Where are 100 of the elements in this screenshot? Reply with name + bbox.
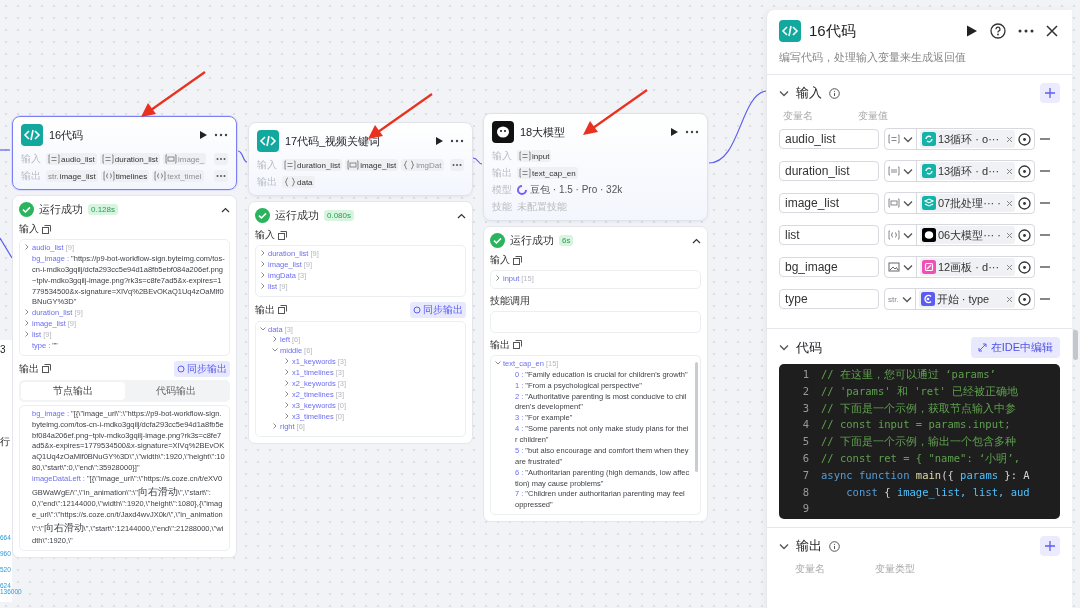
chevron-right-icon[interactable]: [284, 369, 290, 375]
collapse-icon[interactable]: [779, 344, 789, 351]
variable-name-field[interactable]: type: [779, 289, 879, 309]
line-number: 6: [801, 451, 810, 466]
variable-name-field[interactable]: image_list: [779, 193, 879, 213]
sync-output-button[interactable]: 同步输出: [174, 360, 230, 377]
chevron-right-icon[interactable]: [272, 336, 278, 343]
chevron-down-icon[interactable]: [903, 167, 913, 175]
variable-value-field[interactable]: str. 开始 · type: [884, 288, 1035, 310]
collapse-icon[interactable]: [779, 542, 789, 550]
chevron-right-icon[interactable]: [284, 379, 290, 386]
sync-output-button[interactable]: 同步输出: [410, 301, 466, 318]
chevron-down-icon[interactable]: [903, 199, 913, 207]
node-title: 16代码: [49, 127, 84, 143]
more-button[interactable]: [214, 153, 228, 165]
type-selector[interactable]: [885, 161, 917, 181]
chevron-right-icon[interactable]: [284, 401, 290, 408]
plus-icon: [1045, 88, 1055, 98]
variable-value-field[interactable]: 13循环 · d···: [884, 160, 1035, 182]
type-selector[interactable]: [885, 129, 917, 149]
chevron-right-icon[interactable]: [260, 271, 266, 278]
variable-name-field[interactable]: bg_image: [779, 257, 879, 277]
close-icon[interactable]: [1046, 25, 1058, 37]
variable-value-field[interactable]: 07批处理··· ·: [884, 192, 1035, 214]
target-icon[interactable]: [1018, 260, 1031, 274]
variable-value-field[interactable]: 06大模型··· ·: [884, 224, 1035, 246]
edit-in-ide-button[interactable]: 在IDE中编辑: [970, 337, 1060, 358]
chevron-right-icon[interactable]: [260, 282, 266, 289]
chevron-right-icon[interactable]: [284, 358, 290, 365]
copy-icon[interactable]: [278, 230, 287, 240]
copy-icon[interactable]: [278, 305, 287, 314]
more-button[interactable]: [450, 159, 464, 171]
chevron-right-icon[interactable]: [495, 275, 501, 281]
target-icon[interactable]: [1018, 132, 1031, 146]
chevron-down-icon[interactable]: [903, 231, 913, 239]
chevron-right-icon[interactable]: [260, 260, 266, 267]
scrollbar[interactable]: [695, 361, 698, 472]
chevron-right-icon[interactable]: [284, 390, 290, 397]
type-selector[interactable]: [885, 225, 917, 245]
scrollbar[interactable]: [1073, 330, 1078, 360]
play-icon[interactable]: [434, 136, 444, 146]
play-icon[interactable]: [964, 24, 978, 38]
play-icon[interactable]: [669, 127, 679, 137]
variable-name-field[interactable]: audio_list: [779, 129, 879, 149]
collapse-icon[interactable]: [692, 237, 701, 244]
add-button[interactable]: [1040, 536, 1060, 557]
target-icon[interactable]: [1018, 196, 1031, 210]
variable-name: input: [532, 151, 550, 161]
chevron-right-icon[interactable]: [24, 331, 30, 337]
section-title: 输出: [19, 361, 39, 376]
section-title: 输入: [796, 84, 822, 102]
collapse-icon[interactable]: [221, 206, 230, 213]
success-icon: [19, 202, 34, 217]
chevron-down-icon[interactable]: [272, 347, 278, 354]
variable-name: duration_list: [297, 160, 341, 170]
remove-icon[interactable]: [1006, 167, 1013, 175]
chevron-right-icon[interactable]: [260, 250, 266, 256]
target-icon[interactable]: [1018, 292, 1031, 306]
chevron-right-icon[interactable]: [24, 244, 30, 250]
chevron-down-icon[interactable]: [903, 135, 913, 143]
chevron-right-icon[interactable]: [284, 412, 290, 419]
type-selector[interactable]: str.: [885, 289, 916, 309]
type-selector[interactable]: [885, 193, 917, 213]
chevron-down-icon[interactable]: [903, 263, 913, 271]
chevron-right-icon[interactable]: [24, 309, 30, 316]
remove-icon[interactable]: [1006, 263, 1013, 271]
chevron-down-icon[interactable]: [495, 359, 501, 366]
more-button[interactable]: [214, 170, 228, 182]
target-icon[interactable]: [1018, 164, 1031, 178]
chevron-down-icon[interactable]: [901, 295, 912, 303]
add-button[interactable]: [1040, 83, 1060, 103]
remove-icon[interactable]: [1006, 231, 1013, 239]
remove-icon[interactable]: [1006, 199, 1013, 207]
more-icon[interactable]: [1018, 29, 1034, 33]
chevron-right-icon[interactable]: [272, 423, 278, 430]
section-title: 技能调用: [490, 293, 530, 308]
help-icon[interactable]: [990, 23, 1006, 39]
collapse-icon[interactable]: [779, 89, 789, 97]
variable-name: text_timel: [167, 171, 202, 181]
collapse-icon[interactable]: [457, 212, 466, 219]
chevron-down-icon[interactable]: [260, 325, 266, 332]
chevron-right-icon[interactable]: [24, 320, 30, 327]
copy-icon[interactable]: [42, 224, 51, 234]
variable-value-field[interactable]: 13循环 · o···: [884, 128, 1035, 150]
copy-icon[interactable]: [513, 255, 522, 265]
tab[interactable]: 代码输出: [124, 381, 228, 400]
copy-icon[interactable]: [42, 364, 51, 374]
variable-value-field[interactable]: 12画板 · d···: [884, 256, 1035, 278]
time-badge: 0.128s: [88, 204, 119, 215]
remove-icon[interactable]: [1006, 135, 1013, 143]
remove-icon[interactable]: [1006, 295, 1013, 303]
code-editor[interactable]: [779, 364, 1060, 520]
variable-name-field[interactable]: duration_list: [779, 161, 879, 181]
plus-icon: [1045, 541, 1055, 552]
type-selector[interactable]: [885, 257, 917, 277]
target-icon[interactable]: [1018, 228, 1031, 242]
variable-name-field[interactable]: list: [779, 225, 879, 245]
copy-icon[interactable]: [513, 340, 522, 350]
tab[interactable]: 节点输出: [21, 381, 125, 400]
play-icon[interactable]: [198, 130, 208, 140]
